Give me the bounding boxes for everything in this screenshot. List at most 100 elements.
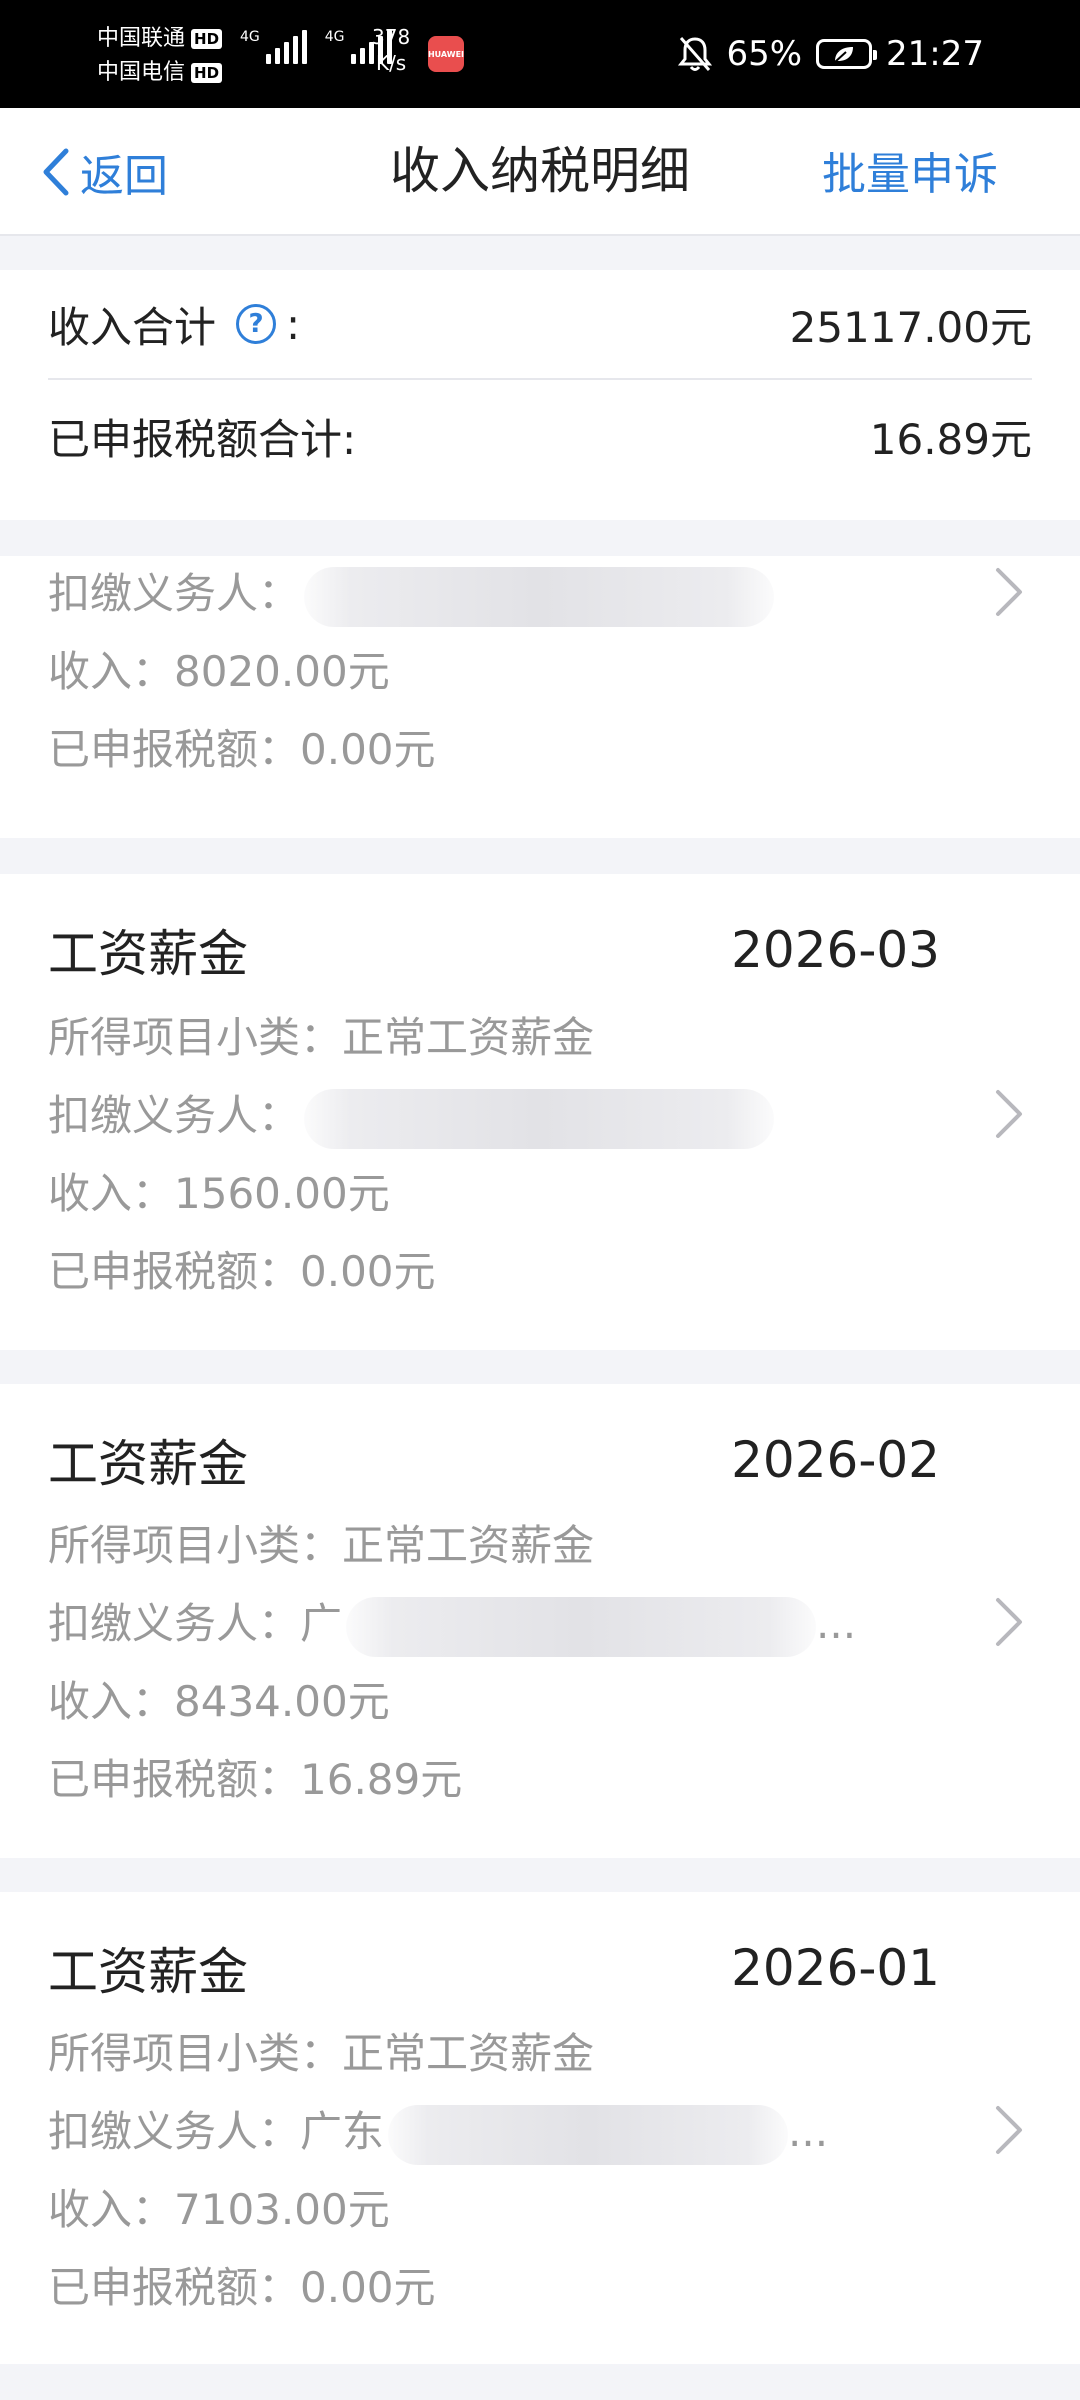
income-line: 收入：1560.00元 xyxy=(48,1164,390,1224)
withholder-line: 扣缴义务人：广... xyxy=(48,1594,856,1657)
subcategory-label: 所得项目小类： xyxy=(48,2029,343,2078)
income-record-card[interactable]: 扣缴义务人： 收入：8020.00元 已申报税额：0.00元 xyxy=(0,556,1080,838)
tax-value: 0.00元 xyxy=(300,1247,436,1296)
income-period: 2026-03 xyxy=(731,921,940,979)
help-icon[interactable]: ? xyxy=(236,304,277,344)
subcategory-line: 所得项目小类：正常工资薪金 xyxy=(48,1008,594,1068)
chevron-right-icon xyxy=(996,1598,1022,1646)
income-total-row: 收入合计 ? : 25117.00元 xyxy=(48,270,1032,380)
income-label: 收入： xyxy=(48,647,175,696)
carrier-name-2: 中国电信 xyxy=(97,60,186,85)
battery-icon xyxy=(816,39,878,69)
carrier-line-2: 中国电信 HD xyxy=(97,56,223,90)
withholder-line: 扣缴义务人：广东... xyxy=(48,2102,828,2165)
network-tag-1: 4G xyxy=(240,29,260,45)
status-bar: 中国联通 HD 中国电信 HD 4G 4G 378 K/s HUAWEI 65%… xyxy=(0,0,1080,108)
income-type: 工资薪金 xyxy=(48,1435,248,1493)
carrier-block: 中国联通 HD 中国电信 HD xyxy=(97,22,223,90)
record-head: 工资薪金 2026-01 xyxy=(48,1932,940,2004)
income-period: 2026-02 xyxy=(731,1431,940,1489)
income-value: 8434.00元 xyxy=(174,1677,390,1726)
withholder-label: 扣缴义务人： xyxy=(48,569,301,618)
network-tag-2: 4G xyxy=(324,29,345,45)
income-total-label: 收入合计 xyxy=(48,302,217,352)
battery-leaf-icon xyxy=(834,47,854,63)
clock: 21:27 xyxy=(886,34,984,74)
subcategory-value: 正常工资薪金 xyxy=(342,1013,595,1062)
carrier-line-1: 中国联通 HD xyxy=(97,22,223,56)
signal-strength-icon: 4G xyxy=(240,30,307,64)
income-label: 收入： xyxy=(48,2185,175,2234)
income-total-label-wrap: 收入合计 ? : xyxy=(48,294,300,355)
tax-label: 已申报税额： xyxy=(48,725,301,774)
redacted-block xyxy=(304,566,775,627)
tax-value: 0.00元 xyxy=(300,2263,436,2312)
batch-appeal-button[interactable]: 批量申诉 xyxy=(822,144,998,206)
income-type: 工资薪金 xyxy=(48,1943,248,2001)
subcategory-label: 所得项目小类： xyxy=(48,1013,343,1062)
income-record-card[interactable]: 工资薪金 2026-02 所得项目小类：正常工资薪金 扣缴义务人：广... 收入… xyxy=(0,1384,1080,1858)
subcategory-label: 所得项目小类： xyxy=(48,1521,343,1570)
battery-percent: 65% xyxy=(726,34,803,74)
redacted-block xyxy=(388,2104,789,2165)
tax-line: 已申报税额：16.89元 xyxy=(48,1750,462,1810)
tax-total-label: 已申报税额合计: xyxy=(48,414,357,464)
hd-badge-2: HD xyxy=(191,63,223,83)
record-head: 工资薪金 2026-03 xyxy=(48,914,940,986)
redacted-block xyxy=(346,1596,817,1657)
tax-label: 已申报税额： xyxy=(48,1755,301,1804)
network-speed: 378 K/s xyxy=(372,24,410,76)
income-label: 收入： xyxy=(48,1169,175,1218)
tax-total-row: 已申报税额合计: 16.89元 xyxy=(48,382,1032,490)
withholder-value: 广东 xyxy=(300,2107,385,2156)
chevron-right-icon xyxy=(996,1090,1022,1138)
income-label: 收入： xyxy=(48,1677,175,1726)
record-head: 工资薪金 2026-02 xyxy=(48,1424,940,1496)
summary-card: 收入合计 ? : 25117.00元 已申报税额合计: 16.89元 xyxy=(0,270,1080,520)
tax-total-value: 16.89元 xyxy=(869,414,1032,464)
subcategory-value: 正常工资薪金 xyxy=(342,2029,595,2078)
mute-bell-icon xyxy=(678,37,713,71)
network-speed-value: 378 xyxy=(372,25,411,49)
chevron-right-icon xyxy=(996,2106,1022,2154)
status-right: 65% 21:27 xyxy=(678,30,984,78)
network-speed-unit: K/s xyxy=(375,51,407,75)
nav-bar: 返回 收入纳税明细 批量申诉 xyxy=(0,108,1080,236)
tax-line: 已申报税额：0.00元 xyxy=(48,2258,436,2318)
app-root: 中国联通 HD 中国电信 HD 4G 4G 378 K/s HUAWEI 65%… xyxy=(0,0,1080,2400)
chevron-right-icon xyxy=(996,568,1022,616)
withholder-label: 扣缴义务人： xyxy=(48,2107,301,2156)
hd-badge-1: HD xyxy=(191,29,223,49)
income-period: 2026-01 xyxy=(731,1939,940,1997)
withholder-value: 广 xyxy=(300,1599,343,1648)
income-total-value: 25117.00元 xyxy=(789,302,1032,352)
income-total-colon: : xyxy=(286,299,301,349)
withholder-label: 扣缴义务人： xyxy=(48,1599,301,1648)
withholder-line: 扣缴义务人： xyxy=(48,564,775,627)
carrier-name-1: 中国联通 xyxy=(97,26,186,51)
income-line: 收入：7103.00元 xyxy=(48,2180,390,2240)
income-value: 7103.00元 xyxy=(174,2185,390,2234)
income-line: 收入：8434.00元 xyxy=(48,1672,390,1732)
tax-value: 0.00元 xyxy=(300,725,436,774)
withholder-line: 扣缴义务人： xyxy=(48,1086,775,1149)
withholder-tail: ... xyxy=(788,2107,829,2156)
subcategory-line: 所得项目小类：正常工资薪金 xyxy=(48,2024,594,2084)
income-value: 1560.00元 xyxy=(174,1169,390,1218)
withholder-label: 扣缴义务人： xyxy=(48,1091,301,1140)
withholder-tail: ... xyxy=(816,1599,857,1648)
tax-line: 已申报税额：0.00元 xyxy=(48,1242,436,1302)
tax-label: 已申报税额： xyxy=(48,1247,301,1296)
app-notification-icon: HUAWEI xyxy=(428,36,464,72)
income-record-card[interactable]: 工资薪金 2026-03 所得项目小类：正常工资薪金 扣缴义务人： 收入：156… xyxy=(0,874,1080,1350)
tax-label: 已申报税额： xyxy=(48,2263,301,2312)
income-record-card[interactable]: 工资薪金 2026-01 所得项目小类：正常工资薪金 扣缴义务人：广东... 收… xyxy=(0,1892,1080,2364)
tax-value: 16.89元 xyxy=(300,1755,463,1804)
signal-group: 4G 4G xyxy=(240,30,392,64)
income-value: 8020.00元 xyxy=(174,647,390,696)
redacted-block xyxy=(304,1088,775,1149)
income-line: 收入：8020.00元 xyxy=(48,642,390,702)
tax-line: 已申报税额：0.00元 xyxy=(48,720,436,780)
income-type: 工资薪金 xyxy=(48,925,248,983)
subcategory-value: 正常工资薪金 xyxy=(342,1521,595,1570)
